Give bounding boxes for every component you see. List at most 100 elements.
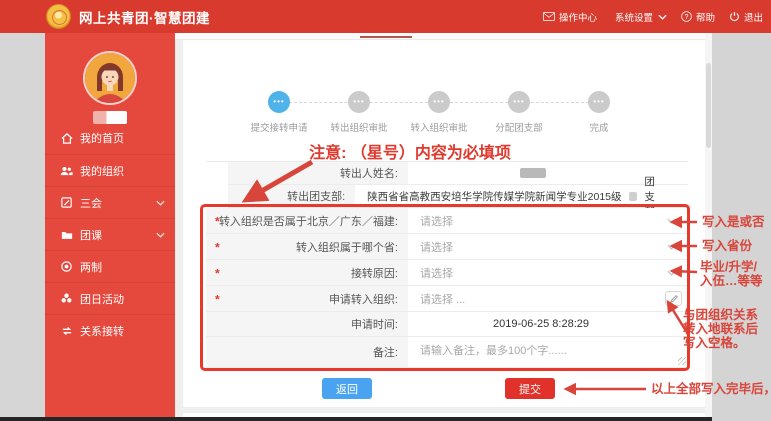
form-row: * 备注: 请输入备注，最多100个字...... — [206, 337, 688, 368]
back-button[interactable]: 返回 — [322, 378, 372, 399]
header-menu-item[interactable]: 退出 — [729, 10, 763, 24]
edit-icon[interactable] — [665, 291, 682, 306]
annotation-note: 毕业/升学/ 入伍…等等 — [700, 260, 763, 288]
form-row: * 转入组织属于哪个省: 请选择 — [206, 234, 688, 260]
header-menu-label: 系统设置 — [615, 10, 653, 24]
sidebar-item[interactable]: 我的组织 — [45, 154, 175, 186]
app-window: 网上共青团·智慧团建 操作中心 系统设置 ? 帮助 退出 — [0, 0, 771, 421]
textarea-resize-handle[interactable] — [678, 357, 686, 365]
edit-note-icon — [60, 197, 73, 208]
step-label: 完成 — [589, 120, 608, 134]
window-bottom-edge — [0, 417, 712, 421]
required-fields-notice: 注意: （星号）内容为必填项 — [255, 139, 565, 163]
form-value-cell[interactable]: 请选择 ... — [408, 286, 688, 311]
step-label: 转入组织审批 — [410, 120, 467, 134]
required-asterisk: * — [215, 240, 220, 254]
power-icon — [729, 11, 740, 22]
step-circle-icon — [428, 91, 450, 113]
sidebar-item-label: 我的首页 — [80, 130, 124, 146]
chevron-down-icon — [658, 14, 667, 20]
form-label: 接转原因: — [351, 265, 398, 281]
clover-icon — [60, 293, 73, 304]
form-label: 申请转入组织: — [329, 291, 398, 307]
form-value-cell[interactable]: 请选择 — [408, 234, 688, 259]
chevron-down-icon[interactable] — [667, 244, 676, 250]
step-circle-icon — [348, 91, 370, 113]
redacted-segment — [629, 192, 638, 201]
field-placeholder: 请选择 ... — [420, 291, 465, 307]
field-placeholder: 请输入备注，最多100个字...... — [420, 342, 567, 358]
redacted-value — [520, 168, 546, 178]
required-asterisk: * — [215, 292, 220, 306]
header-menu-item[interactable]: 操作中心 — [543, 10, 597, 24]
step-circle-icon — [508, 91, 530, 113]
progress-steps: 提交接转申请 转出组织审批 转入组织审批 分配团支部 完成 — [239, 91, 639, 134]
submit-button[interactable]: 提交 — [505, 378, 555, 399]
app-title: 网上共青团·智慧团建 — [79, 7, 210, 27]
header-menu-label: 帮助 — [696, 10, 715, 24]
app-header: 网上共青团·智慧团建 操作中心 系统设置 ? 帮助 退出 — [0, 0, 771, 33]
sidebar-item[interactable]: 团日活动 — [45, 282, 175, 314]
sidebar-item-label: 三会 — [80, 195, 102, 211]
target-icon — [60, 261, 73, 272]
step-label: 分配团支部 — [495, 120, 543, 134]
form-label-cell: * 转入组织属于哪个省: — [206, 234, 408, 259]
brand: 网上共青团·智慧团建 — [46, 4, 210, 29]
sidebar-item-label: 两制 — [80, 259, 102, 275]
form-value-cell[interactable]: 请选择 — [408, 208, 688, 233]
mail-icon — [543, 12, 555, 21]
chevron-down-icon[interactable] — [667, 218, 676, 224]
field-placeholder: 请选择 — [420, 265, 453, 281]
sidebar-item-label: 团日活动 — [80, 291, 124, 307]
svg-text:?: ? — [685, 14, 689, 21]
progress-step: 转出组织审批 — [319, 91, 399, 134]
annotation-note: 写入省份 — [702, 239, 752, 253]
progress-step: 分配团支部 — [479, 91, 559, 134]
league-emblem-logo — [46, 4, 71, 29]
form-label-cell: * 申请时间: — [206, 312, 408, 336]
form-value-cell[interactable]: 2019-06-25 8:28:29 — [408, 312, 688, 336]
progress-step: 转入组织审批 — [399, 91, 479, 134]
user-profile — [45, 53, 175, 124]
chevron-down-icon[interactable] — [667, 270, 676, 276]
sidebar-item[interactable]: 我的首页 — [45, 122, 175, 154]
required-asterisk: * — [215, 214, 220, 228]
form-label-cell: * 转入组织是否属于北京／广东／福建: — [206, 208, 408, 233]
scrollbar-thumb[interactable] — [706, 63, 711, 148]
header-menu-item[interactable]: 系统设置 — [611, 10, 667, 24]
annotation-note: 写入是或否 — [702, 215, 765, 229]
field-placeholder: 请选择 — [420, 239, 453, 255]
form-label: 备注: — [373, 344, 398, 360]
step-label: 转出组织审批 — [330, 120, 387, 134]
step-label: 提交接转申请 — [250, 120, 307, 134]
header-menu-label: 操作中心 — [559, 10, 597, 24]
home-icon — [60, 133, 73, 144]
sidebar-item[interactable]: 关系接转 — [45, 314, 175, 346]
sidebar-item[interactable]: 团课 — [45, 218, 175, 250]
form-label-cell: * 转出团支部: — [228, 185, 355, 207]
form-value-cell[interactable]: 请选择 — [408, 260, 688, 285]
form-label: 申请时间: — [351, 316, 398, 332]
chevron-down-icon — [156, 232, 165, 238]
form-label: 转入组织属于哪个省: — [296, 239, 398, 255]
step-circle-icon — [588, 91, 610, 113]
form-label: 转出团支部: — [287, 188, 345, 204]
users-icon — [60, 166, 73, 176]
form-value-cell[interactable]: 请输入备注，最多100个字...... — [408, 337, 688, 367]
form-row: * 接转原因: 请选择 — [206, 260, 688, 286]
chevron-down-icon — [156, 200, 165, 206]
sidebar-item[interactable]: 两制 — [45, 250, 175, 282]
sidebar-nav: 我的首页 我的组织 三会 团课 两制 团日活动 — [45, 122, 175, 346]
form-label: 转出人姓名: — [340, 165, 398, 181]
transfer-icon — [60, 326, 73, 336]
header-menu-item[interactable]: ? 帮助 — [681, 10, 715, 24]
step-circle-icon — [268, 91, 290, 113]
form-row: * 转出团支部: 陕西省省高教西安培华学院传媒学院新闻学专业2015级 团支部 — [228, 185, 688, 208]
form-value-cell[interactable]: 陕西省省高教西安培华学院传媒学院新闻学专业2015级 团支部 — [355, 185, 688, 207]
question-icon: ? — [681, 11, 692, 22]
sidebar-item[interactable]: 三会 — [45, 186, 175, 218]
form-label-cell: * 备注: — [206, 337, 408, 367]
sidebar-item-label: 我的组织 — [80, 163, 124, 179]
form-row: * 申请转入组织: 请选择 ... — [206, 286, 688, 312]
progress-step: 提交接转申请 — [239, 91, 319, 134]
